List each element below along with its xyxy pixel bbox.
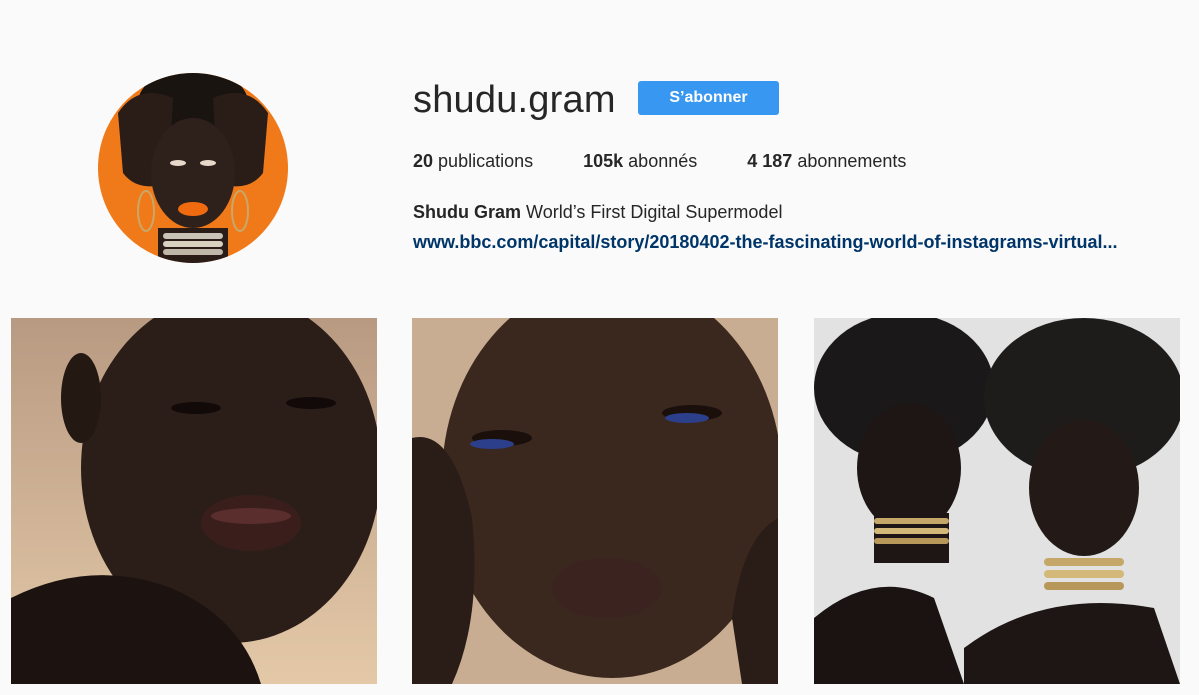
posts-label: publications	[438, 151, 534, 171]
followers-label: abonnés	[628, 151, 698, 171]
profile-avatar[interactable]	[98, 73, 288, 263]
profile-username: shudu.gram	[413, 79, 616, 121]
profile-bio: Shudu Gram World’s First Digital Supermo…	[413, 200, 782, 224]
post-thumbnail-1[interactable]	[11, 318, 377, 684]
profile-page: shudu.gram S’abonner 20 publications 105…	[0, 0, 1199, 695]
posts-count: 20	[413, 151, 434, 171]
followers-count: 105k	[583, 151, 624, 171]
posts-count-stat: 20 publications	[413, 149, 533, 173]
portrait-photo-1	[11, 318, 377, 684]
followers-stat[interactable]: 105k abonnés	[583, 149, 697, 173]
following-label: abonnements	[797, 151, 907, 171]
following-count: 4 187	[747, 151, 793, 171]
profile-stats: 20 publications 105k abonnés 4 187 abonn…	[413, 149, 956, 173]
following-stat[interactable]: 4 187 abonnements	[747, 149, 906, 173]
post-thumbnail-2[interactable]	[412, 318, 778, 684]
bio-text: World’s First Digital Supermodel	[526, 202, 783, 222]
bio-link[interactable]: www.bbc.com/capital/story/20180402-the-f…	[413, 230, 1179, 254]
bio-name: Shudu Gram	[413, 202, 522, 222]
portrait-photo-2	[412, 318, 778, 684]
post-thumbnail-3[interactable]	[814, 318, 1180, 684]
avatar-image	[98, 73, 288, 263]
follow-button[interactable]: S’abonner	[638, 81, 779, 115]
portrait-photo-3	[814, 318, 1180, 684]
